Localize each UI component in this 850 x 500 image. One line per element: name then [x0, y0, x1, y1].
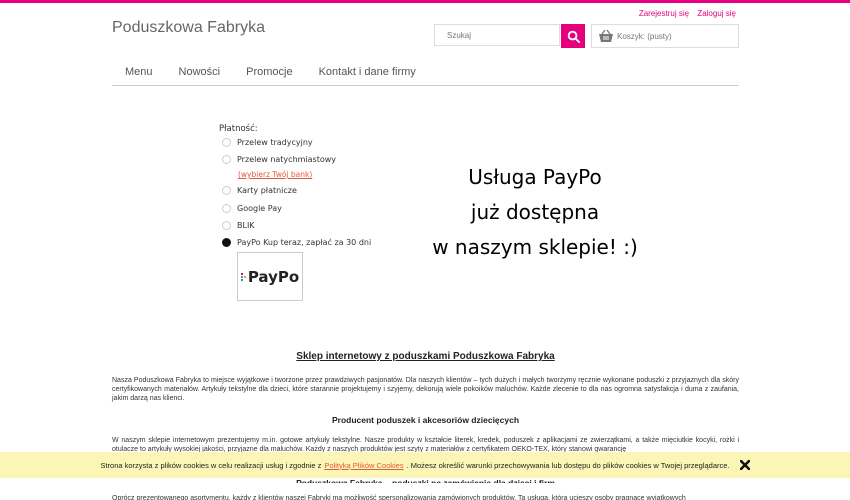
search-icon	[567, 30, 580, 43]
nav-item-menu[interactable]: Menu	[112, 66, 166, 85]
cookie-banner: Strona korzysta z plików cookies w celu …	[0, 452, 850, 478]
payment-option-transfer[interactable]: Przelew tradycyjny	[222, 138, 313, 147]
radio-button[interactable]	[222, 138, 231, 147]
top-accent-bar	[0, 0, 850, 3]
payment-option-cards[interactable]: Karty płatnicze	[222, 186, 297, 195]
register-link[interactable]: Zarejestruj się	[639, 9, 689, 18]
cookie-policy-link[interactable]: Polityką Plików Cookies	[324, 461, 403, 470]
payment-option-blik[interactable]: BLIK	[222, 221, 255, 230]
banner-line: już dostępna	[470, 200, 600, 224]
radio-button[interactable]	[222, 186, 231, 195]
choose-bank-link[interactable]: (wybierz Twój bank)	[238, 170, 312, 179]
section-heading: Sklep internetowy z poduszkami Poduszkow…	[296, 351, 555, 362]
account-links: Zarejestruj się Zaloguj się	[633, 9, 736, 18]
payment-option-paypo[interactable]: PayPo Kup teraz, zapłać za 30 dni	[222, 238, 371, 247]
radio-button[interactable]	[222, 221, 231, 230]
paypo-mark-icon	[240, 272, 246, 281]
cookie-text: Strona korzysta z plików cookies w celu …	[100, 460, 322, 470]
radio-button[interactable]	[222, 204, 231, 213]
banner-line: Usługa PayPo	[468, 165, 602, 189]
cookie-close-button[interactable]	[739, 460, 750, 470]
paypo-logo-box: PayPo	[237, 252, 303, 301]
nav-item-contact[interactable]: Kontakt i dane firmy	[306, 66, 429, 85]
payment-option-label: Przelew natychmiastowy	[237, 155, 337, 164]
payment-option-label: PayPo Kup teraz, zapłać za 30 dni	[237, 238, 372, 247]
payment-option-instant-transfer[interactable]: Przelew natychmiastowy	[222, 155, 336, 164]
payment-title: Płatność:	[219, 124, 258, 134]
section-paragraph: W naszym sklepie internetowym prezentuje…	[112, 437, 739, 452]
payment-option-label: Przelew tradycyjny	[237, 138, 313, 147]
cart-widget[interactable]: Koszyk: (pusty)	[591, 24, 739, 48]
search-box	[434, 24, 560, 46]
payment-option-label: BLIK	[237, 221, 255, 230]
section-heading: Producent poduszek i akcesoriów dziecięc…	[331, 415, 520, 425]
cookie-text: . Możesz określić warunki przechowywania…	[406, 460, 730, 470]
payment-option-label: Karty płatnicze	[237, 186, 297, 195]
radio-button[interactable]	[222, 155, 231, 164]
nav-item-new[interactable]: Nowości	[166, 66, 234, 85]
paypo-logo: PayPo	[240, 268, 299, 286]
radio-button-selected[interactable]	[222, 238, 231, 247]
section-paragraph: Nasza Poduszkowa Fabryka to miejsce wyją…	[112, 377, 739, 402]
nav-item-promotions[interactable]: Promocje	[233, 66, 305, 85]
login-link[interactable]: Zaloguj się	[697, 9, 736, 18]
search-input[interactable]	[435, 25, 557, 46]
cart-label: Koszyk: (pusty)	[617, 31, 672, 41]
close-icon	[739, 460, 750, 470]
main-nav: Menu Nowości Promocje Kontakt i dane fir…	[112, 66, 739, 86]
payment-option-label: Google Pay	[237, 204, 282, 213]
payment-option-google-pay[interactable]: Google Pay	[222, 204, 282, 213]
search-button[interactable]	[561, 24, 585, 48]
basket-icon	[599, 29, 613, 42]
paypo-banner: Usługa PayPo już dostępna w naszym sklep…	[400, 160, 670, 265]
banner-line: w naszym sklepie! :)	[432, 235, 638, 259]
section-paragraph: Oprócz prezentowanego asortymentu, każdy…	[112, 495, 686, 500]
site-logo[interactable]: Poduszkowa Fabryka	[112, 19, 265, 37]
